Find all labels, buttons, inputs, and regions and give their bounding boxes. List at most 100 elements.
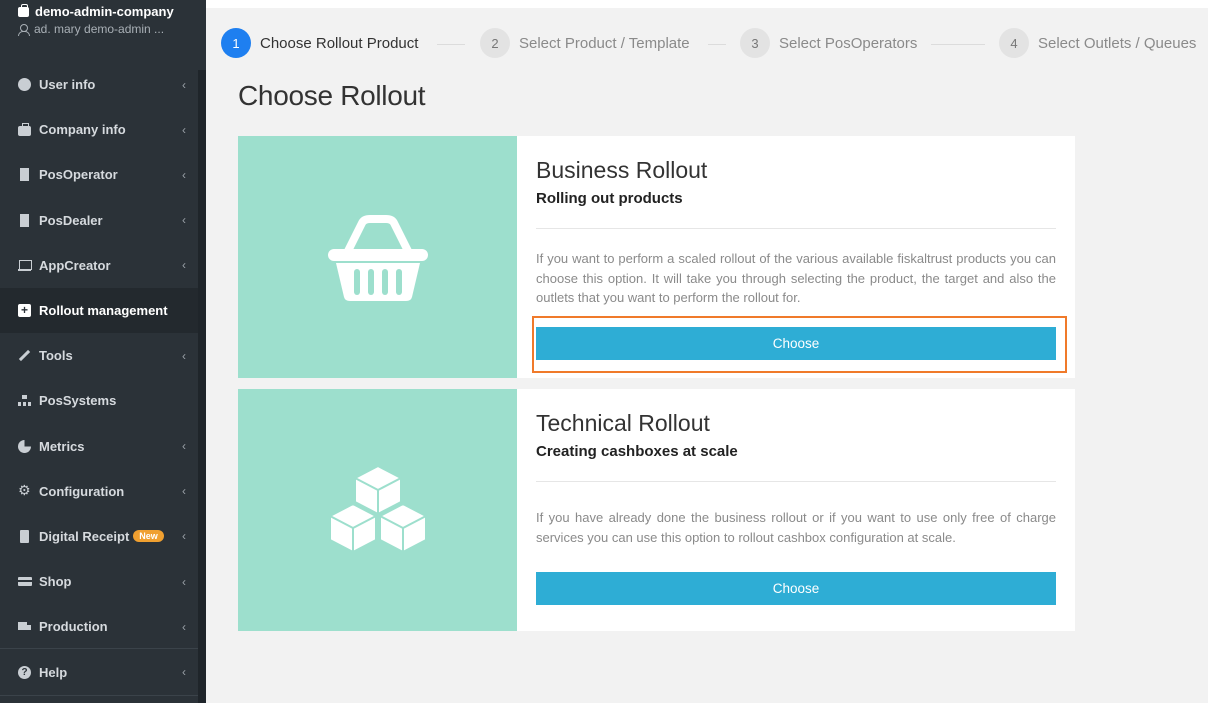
sidebar: demo-admin-company ad. mary demo-admin .… bbox=[0, 0, 206, 703]
truck-icon bbox=[18, 620, 31, 633]
sidebar-item-appcreator[interactable]: AppCreator ‹ bbox=[0, 243, 198, 288]
step-label: Select PosOperators bbox=[779, 34, 918, 52]
card-divider bbox=[536, 481, 1056, 482]
card-body: Technical Rollout Creating cashboxes at … bbox=[536, 389, 1056, 605]
step-connector bbox=[708, 44, 726, 45]
cubes-icon bbox=[328, 465, 427, 553]
sidebar-scrollbar[interactable] bbox=[198, 70, 206, 703]
sidebar-item-help[interactable]: Help ‹ bbox=[0, 649, 198, 694]
chevron-left-icon: ‹ bbox=[182, 213, 186, 228]
sidebar-item-label: Shop bbox=[39, 574, 72, 590]
plus-square-icon bbox=[18, 304, 31, 318]
choose-technical-rollout-button[interactable]: Choose bbox=[536, 572, 1056, 605]
card-media bbox=[238, 389, 517, 631]
step-label: Select Product / Template bbox=[519, 34, 690, 52]
company-name: demo-admin-company bbox=[35, 4, 174, 19]
step-choose-rollout-product[interactable]: 1 Choose Rollout Product bbox=[221, 28, 418, 58]
sidebar-item-production[interactable]: Production ‹ bbox=[0, 604, 198, 649]
sidebar-header: demo-admin-company ad. mary demo-admin .… bbox=[0, 0, 206, 46]
sidebar-item-label: PosSystems bbox=[39, 393, 117, 409]
user-icon bbox=[18, 23, 30, 36]
sidebar-item-label: Tools bbox=[39, 348, 73, 364]
sidebar-item-posdealer[interactable]: PosDealer ‹ bbox=[0, 198, 198, 243]
chevron-left-icon: ‹ bbox=[182, 439, 186, 454]
new-badge: New bbox=[133, 530, 164, 543]
sidebar-item-tools[interactable]: Tools ‹ bbox=[0, 333, 198, 378]
chevron-left-icon: ‹ bbox=[182, 258, 186, 273]
sidebar-item-label: Production bbox=[39, 619, 108, 635]
sidebar-item-configuration[interactable]: Configuration ‹ bbox=[0, 469, 198, 514]
card-title: Business Rollout bbox=[536, 157, 708, 183]
sidebar-item-label: Help bbox=[39, 664, 68, 680]
sidebar-item-metrics[interactable]: Metrics ‹ bbox=[0, 424, 198, 469]
sidebar-item-label: Company info bbox=[39, 122, 126, 138]
step-label: Select Outlets / Queues bbox=[1038, 34, 1197, 52]
sidebar-item-label: PosDealer bbox=[39, 212, 103, 228]
sidebar-item-label: Configuration bbox=[39, 483, 125, 499]
card-subtitle: Rolling out products bbox=[536, 190, 683, 207]
card-subtitle: Creating cashboxes at scale bbox=[536, 443, 738, 460]
sidebar-divider bbox=[0, 695, 198, 696]
file-icon bbox=[18, 529, 31, 543]
chevron-left-icon: ‹ bbox=[182, 484, 186, 499]
sidebar-divider bbox=[0, 648, 198, 649]
step-label: Choose Rollout Product bbox=[260, 34, 419, 52]
step-number: 3 bbox=[740, 28, 770, 58]
chevron-left-icon: ‹ bbox=[182, 122, 186, 137]
briefcase-icon bbox=[18, 3, 29, 17]
card-divider bbox=[536, 228, 1056, 229]
sitemap-icon bbox=[18, 394, 31, 407]
sidebar-menu: User info ‹ Company info ‹ PosOperator ‹… bbox=[0, 62, 198, 695]
sidebar-item-user-info[interactable]: User info ‹ bbox=[0, 62, 198, 107]
step-number: 2 bbox=[480, 28, 510, 58]
step-select-product-template[interactable]: 2 Select Product / Template bbox=[480, 28, 690, 58]
sidebar-item-label: PosOperator bbox=[39, 167, 118, 183]
chevron-left-icon: ‹ bbox=[182, 574, 186, 589]
building-icon bbox=[18, 168, 31, 182]
user-circle-icon bbox=[18, 78, 31, 92]
cogs-icon bbox=[18, 482, 31, 499]
card-title: Technical Rollout bbox=[536, 410, 710, 436]
sidebar-item-posoperator[interactable]: PosOperator ‹ bbox=[0, 152, 198, 197]
step-number: 1 bbox=[221, 28, 251, 58]
card-description: If you want to perform a scaled rollout … bbox=[536, 251, 1056, 305]
briefcase-icon bbox=[18, 123, 31, 137]
pie-chart-icon bbox=[18, 439, 31, 453]
credit-card-icon bbox=[18, 575, 32, 588]
user-name: ad. mary demo-admin ... bbox=[34, 22, 165, 36]
sidebar-item-label: Rollout management bbox=[39, 303, 168, 319]
user-profile[interactable]: ad. mary demo-admin ... bbox=[18, 22, 206, 36]
card-media bbox=[238, 136, 517, 378]
chevron-left-icon: ‹ bbox=[182, 665, 186, 680]
technical-rollout-card: Technical Rollout Creating cashboxes at … bbox=[238, 389, 1075, 631]
sidebar-item-shop[interactable]: Shop ‹ bbox=[0, 559, 198, 604]
chevron-left-icon: ‹ bbox=[182, 529, 186, 544]
sidebar-item-label: User info bbox=[39, 77, 96, 93]
chevron-left-icon: ‹ bbox=[182, 77, 186, 92]
sidebar-item-company-info[interactable]: Company info ‹ bbox=[0, 107, 198, 152]
sidebar-item-label: AppCreator bbox=[39, 257, 111, 273]
sidebar-item-label: Metrics bbox=[39, 438, 85, 454]
company-switcher[interactable]: demo-admin-company bbox=[18, 3, 206, 19]
sidebar-item-label: Digital Receipt bbox=[39, 528, 130, 544]
chevron-left-icon: ‹ bbox=[182, 348, 186, 363]
laptop-icon bbox=[18, 259, 32, 272]
rollout-stepper: 1 Choose Rollout Product 2 Select Produc… bbox=[206, 24, 1208, 66]
card-description: If you have already done the business ro… bbox=[536, 510, 1056, 545]
step-select-outlets-queues[interactable]: 4 Select Outlets / Queues bbox=[999, 28, 1196, 58]
step-connector bbox=[931, 44, 985, 45]
question-circle-icon bbox=[18, 665, 31, 679]
step-connector bbox=[437, 44, 465, 45]
page-title: Choose Rollout bbox=[238, 80, 426, 111]
shopping-basket-icon bbox=[327, 215, 428, 301]
wrench-icon bbox=[18, 349, 31, 362]
top-band bbox=[206, 0, 1208, 8]
step-select-posoperators[interactable]: 3 Select PosOperators bbox=[740, 28, 917, 58]
sidebar-item-possystems[interactable]: PosSystems bbox=[0, 378, 198, 423]
sidebar-item-digital-receipt[interactable]: Digital Receipt New ‹ bbox=[0, 514, 198, 559]
chevron-left-icon: ‹ bbox=[182, 619, 186, 634]
choose-button-highlight bbox=[532, 316, 1067, 373]
step-number: 4 bbox=[999, 28, 1029, 58]
sidebar-item-rollout-management[interactable]: Rollout management bbox=[0, 287, 198, 334]
building-icon bbox=[18, 213, 31, 227]
